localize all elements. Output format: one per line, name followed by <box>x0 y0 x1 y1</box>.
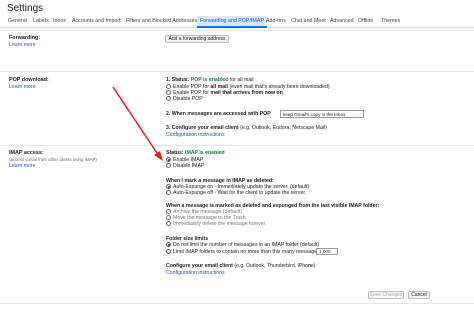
arrow-head <box>154 151 163 161</box>
arrow-shaft <box>112 86 160 157</box>
red-annotation-arrow <box>112 86 163 161</box>
